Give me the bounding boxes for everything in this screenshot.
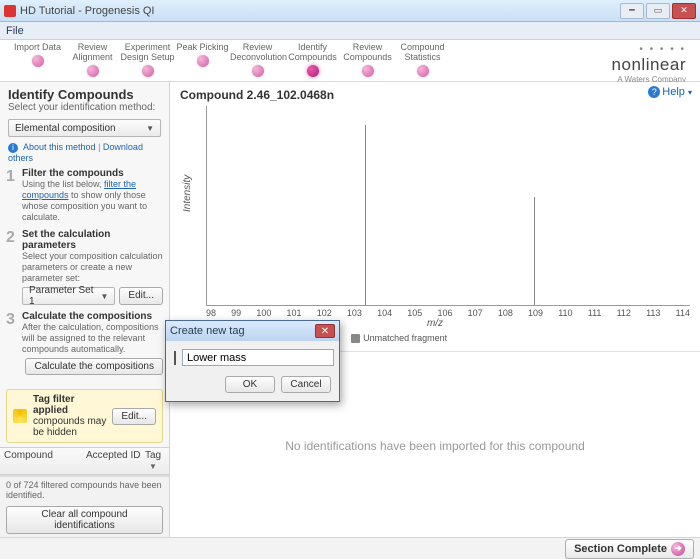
chart-xticks: 9899100101102103104105106107108109110111…: [206, 308, 690, 318]
workflow-step[interactable]: ExperimentDesign Setup: [120, 42, 175, 77]
col-tag[interactable]: Tag ▼: [141, 450, 165, 472]
workflow-step[interactable]: ReviewCompounds: [340, 42, 395, 77]
identified-count: 0 of 724 filtered compounds have been id…: [0, 476, 169, 503]
chart-ylabel: Intensity: [182, 175, 193, 212]
step-dot-icon: [307, 65, 319, 77]
close-button[interactable]: ✕: [672, 3, 696, 19]
left-panel: Identify Compounds Select your identific…: [0, 82, 170, 537]
col-accepted[interactable]: Accepted ID: [86, 450, 141, 472]
step-dot-icon: [142, 65, 154, 77]
step1-desc: Using the list below, filter the compoun…: [22, 179, 163, 223]
help-link[interactable]: ?Help ▾: [648, 86, 692, 98]
tag-filter-edit-button[interactable]: Edit...: [112, 408, 156, 425]
spectrum-peak: [534, 197, 535, 305]
clear-identifications-button[interactable]: Clear all compound identifications: [6, 506, 163, 534]
brand-logo: • • • • • nonlinear A Waters Company: [612, 44, 686, 84]
step2-title: Set the calculation parameters: [22, 229, 163, 251]
tag-filter-desc: compounds may be hidden: [33, 416, 106, 438]
step-dot-icon: [362, 65, 374, 77]
create-tag-dialog: Create new tag ✕ OK Cancel: [165, 320, 340, 402]
parameter-set-dropdown[interactable]: Parameter Set 1▼: [22, 287, 115, 305]
step2-desc: Select your composition calculation para…: [22, 251, 163, 284]
method-value: Elemental composition: [15, 123, 116, 134]
step3-num: 3: [6, 311, 16, 375]
workflow-step[interactable]: ReviewDeconvolution: [230, 42, 285, 77]
edit-parameter-button[interactable]: Edit...: [119, 287, 163, 305]
about-method-link[interactable]: About this method: [23, 142, 96, 152]
method-dropdown[interactable]: Elemental composition ▼: [8, 119, 161, 137]
footer: Section Complete ➔: [0, 537, 700, 559]
menubar: File: [0, 22, 700, 40]
panel-subtitle: Select your identification method:: [0, 102, 169, 117]
workflow-step[interactable]: ReviewAlignment: [65, 42, 120, 77]
help-icon: ?: [648, 86, 660, 98]
dialog-cancel-button[interactable]: Cancel: [281, 376, 331, 393]
dialog-title: Create new tag: [170, 325, 245, 337]
right-panel: ?Help ▾ Compound 2.46_102.0468n Intensit…: [170, 82, 700, 537]
menu-file[interactable]: File: [6, 25, 24, 37]
step3-title: Calculate the compositions: [22, 311, 163, 322]
tag-icon: [13, 409, 27, 423]
titlebar: HD Tutorial - Progenesis QI ━ ▭ ✕: [0, 0, 700, 22]
chart-title: Compound 2.46_102.0468n: [170, 82, 700, 104]
info-icon: i: [8, 143, 18, 153]
step-dot-icon: [252, 65, 264, 77]
dialog-ok-button[interactable]: OK: [225, 376, 275, 393]
workflow-step[interactable]: Import Data: [10, 42, 65, 77]
step3-desc: After the calculation, compositions will…: [22, 322, 163, 355]
panel-title: Identify Compounds: [0, 82, 169, 102]
unmatched-swatch-icon: [351, 334, 360, 343]
step1-num: 1: [6, 168, 16, 223]
step-dot-icon: [417, 65, 429, 77]
tag-filter-banner: Tag filter applied compounds may be hidd…: [6, 389, 163, 443]
app-icon: [4, 5, 16, 17]
step1-title: Filter the compounds: [22, 168, 163, 179]
step-dot-icon: [32, 55, 44, 67]
minimize-button[interactable]: ━: [620, 3, 644, 19]
calculate-button[interactable]: Calculate the compositions: [25, 358, 163, 375]
workflow-stepbar: Import DataReviewAlignmentExperimentDesi…: [0, 40, 700, 82]
tag-filter-title: Tag filter applied: [33, 394, 106, 416]
workflow-step[interactable]: Peak Picking: [175, 42, 230, 77]
logo-dots-icon: • • • • •: [612, 44, 686, 55]
section-complete-button[interactable]: Section Complete ➔: [565, 539, 694, 559]
window-title: HD Tutorial - Progenesis QI: [20, 5, 155, 17]
chevron-down-icon: ▼: [101, 292, 109, 301]
chevron-down-icon: ▼: [146, 124, 154, 133]
tag-color-swatch[interactable]: [174, 351, 176, 365]
spectrum-peak: [365, 125, 366, 305]
arrow-right-icon: ➔: [671, 542, 685, 556]
workflow-step[interactable]: IdentifyCompounds: [285, 42, 340, 77]
tag-name-input[interactable]: [182, 349, 334, 366]
dialog-close-button[interactable]: ✕: [315, 324, 335, 338]
maximize-button[interactable]: ▭: [646, 3, 670, 19]
brand-name: nonlinear: [612, 55, 686, 75]
col-compound[interactable]: Compound: [4, 450, 86, 472]
spectrum-chart: [206, 106, 690, 306]
step-dot-icon: [87, 65, 99, 77]
step2-num: 2: [6, 229, 16, 305]
compound-table-header: Compound Accepted ID Tag ▼: [0, 447, 169, 475]
workflow-step[interactable]: CompoundStatistics: [395, 42, 450, 77]
step-dot-icon: [197, 55, 209, 67]
